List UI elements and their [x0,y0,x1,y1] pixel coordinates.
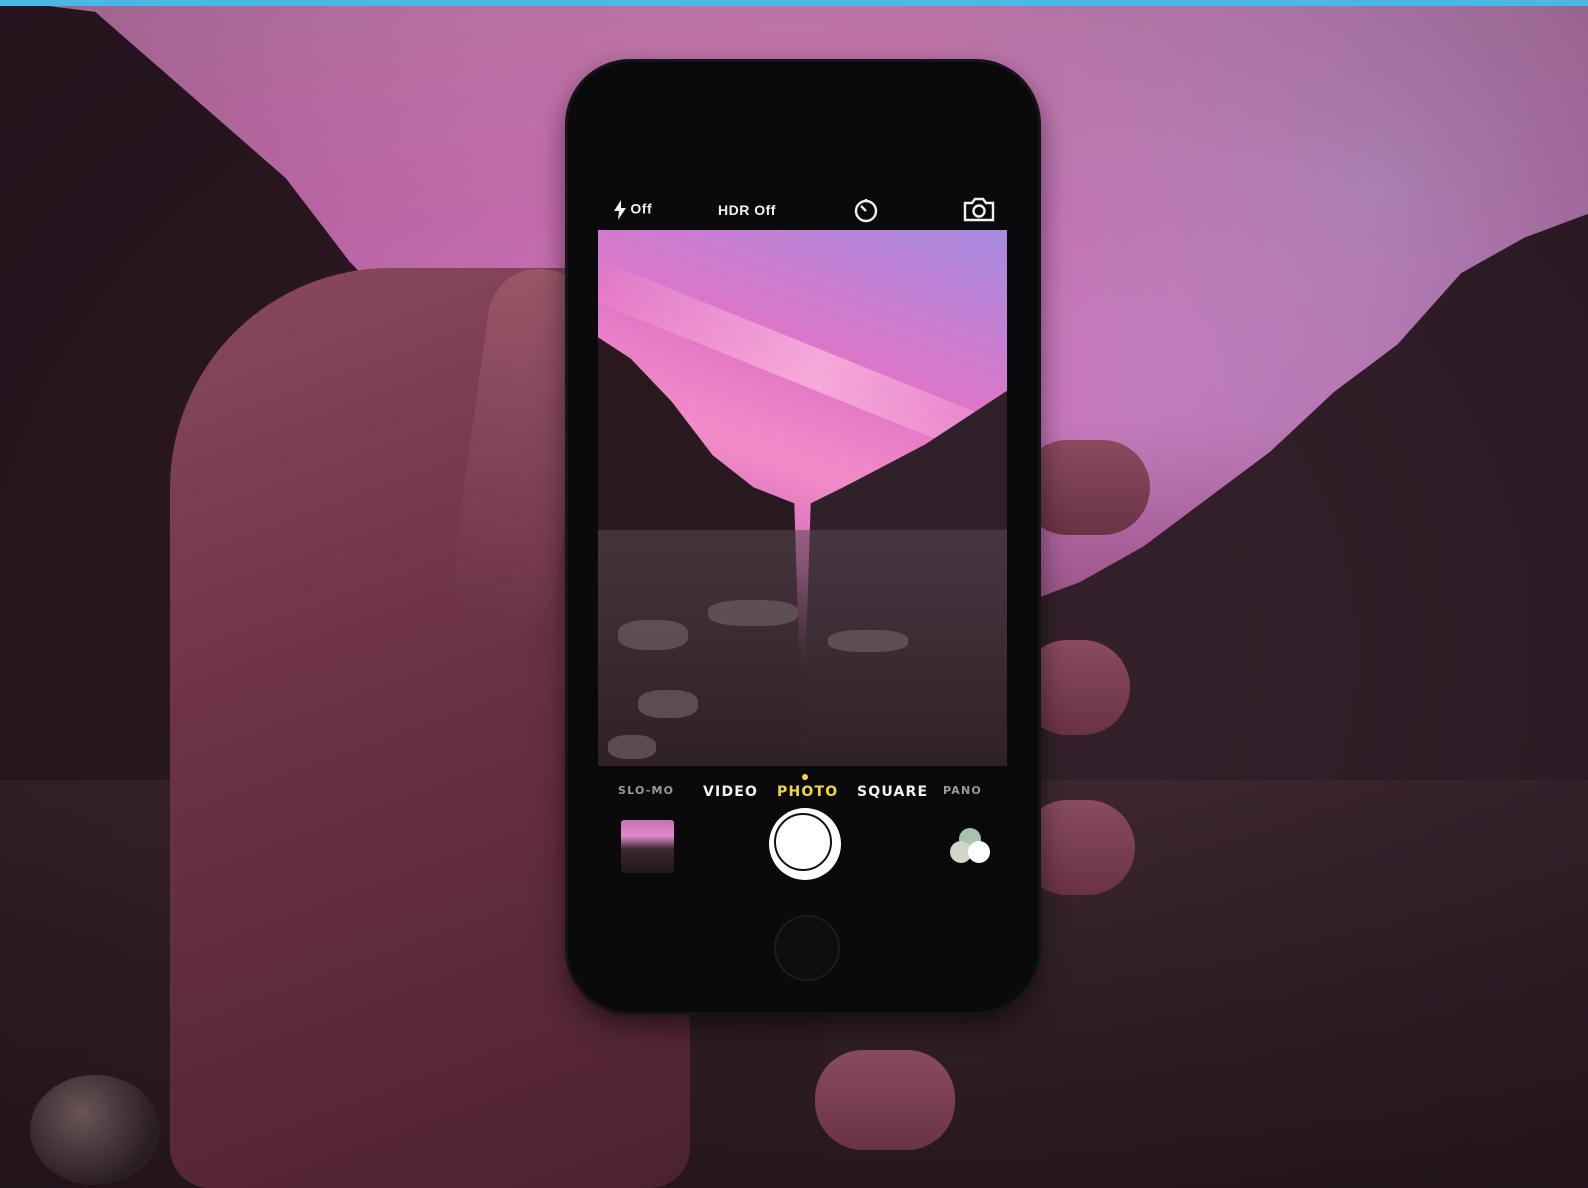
shutter-inner-ring [774,813,832,871]
photo-scene: Off HDR Off SLO-MO VIDEO PHOTO SQUARE PA… [0,0,1588,1188]
mode-video[interactable]: VIDEO [703,784,758,800]
home-button[interactable] [774,915,840,981]
mode-photo[interactable]: PHOTO [777,784,838,800]
viewfinder-rock [618,620,688,650]
camera-viewfinder[interactable] [598,230,1007,766]
filter-circle [968,841,990,863]
selected-mode-indicator [802,774,808,780]
camera-flip-icon[interactable] [962,195,996,226]
mode-pano[interactable]: PANO [943,784,982,797]
bracelet-bead [30,1075,160,1185]
hand-finger-1 [1020,440,1150,535]
mode-square[interactable]: SQUARE [857,784,928,800]
hdr-toggle[interactable]: HDR Off [718,202,776,218]
flash-icon [614,200,630,220]
flash-toggle[interactable]: Off [614,200,652,220]
shutter-button[interactable] [769,808,841,880]
viewfinder-rock [638,690,698,718]
camera-mode-selector: SLO-MO VIDEO PHOTO SQUARE PANO [600,774,1010,804]
mode-slo-mo[interactable]: SLO-MO [618,784,674,797]
filters-icon[interactable] [950,828,994,868]
viewfinder-rock [828,630,908,652]
top-border-strip [0,0,1588,6]
hand-finger-4 [815,1050,955,1150]
timer-icon[interactable] [852,196,880,227]
camera-top-controls: Off HDR Off [600,188,1010,232]
last-photo-thumbnail[interactable] [621,820,674,873]
viewfinder-rock [608,735,656,759]
flash-label: Off [630,200,653,217]
viewfinder-rock [708,600,798,626]
